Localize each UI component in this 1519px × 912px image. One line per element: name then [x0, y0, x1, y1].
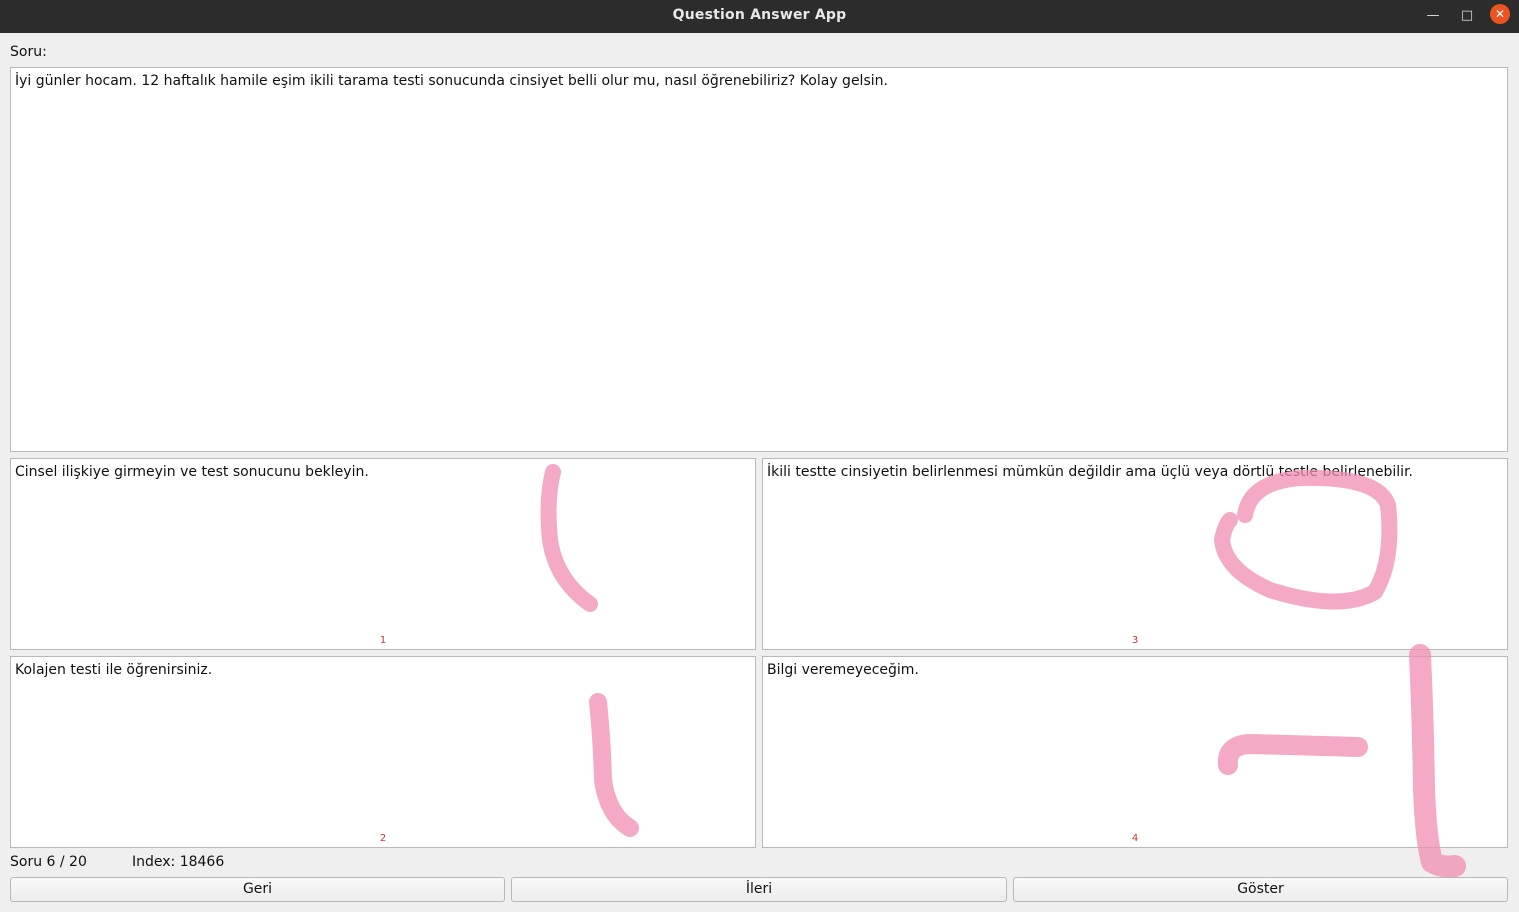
show-button[interactable]: Göster [1013, 877, 1508, 902]
index-label: Index: 18466 [132, 854, 225, 870]
maximize-icon[interactable]: □ [1456, 5, 1478, 27]
answer-box-2[interactable]: Kolajen testi ile öğrenirsiniz. 2 [10, 656, 756, 848]
answer-text-1: Cinsel ilişkiye girmeyin ve test sonucun… [15, 464, 369, 480]
answer-number-3: 3 [1131, 635, 1139, 646]
question-counter: Soru 6 / 20 [10, 854, 87, 870]
answer-number-2: 2 [379, 833, 387, 844]
question-text-area[interactable]: İyi günler hocam. 12 haftalık hamile eşi… [10, 67, 1508, 452]
minimize-icon[interactable]: — [1422, 5, 1444, 27]
answer-text-4: Bilgi veremeyeceğim. [767, 662, 919, 678]
answer-number-1: 1 [379, 635, 387, 646]
title-bar: Question Answer App — □ ✕ [0, 0, 1519, 33]
answer-number-4: 4 [1131, 833, 1139, 844]
close-icon[interactable]: ✕ [1490, 4, 1510, 24]
answer-box-1[interactable]: Cinsel ilişkiye girmeyin ve test sonucun… [10, 458, 756, 650]
answer-text-3: İkili testte cinsiyetin belirlenmesi müm… [767, 464, 1413, 480]
answer-box-4[interactable]: Bilgi veremeyeceğim. 4 [762, 656, 1508, 848]
question-label: Soru: [10, 44, 47, 60]
window-title: Question Answer App [672, 7, 847, 23]
question-text: İyi günler hocam. 12 haftalık hamile eşi… [15, 73, 888, 89]
answer-text-2: Kolajen testi ile öğrenirsiniz. [15, 662, 213, 678]
answer-box-3[interactable]: İkili testte cinsiyetin belirlenmesi müm… [762, 458, 1508, 650]
back-button[interactable]: Geri [10, 877, 505, 902]
next-button[interactable]: İleri [511, 877, 1007, 902]
